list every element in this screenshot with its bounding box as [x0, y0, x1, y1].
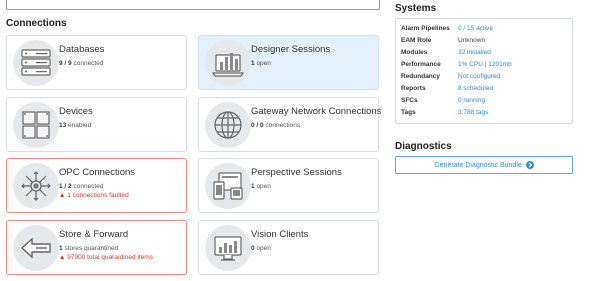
card-opc-connections[interactable]: OPC Connections 1 / 2 connected ▲ 1 conn… [6, 158, 187, 213]
systems-row-redundancy: Redundancy Not configured [396, 71, 572, 83]
reports-link[interactable]: 8 scheduled [458, 85, 493, 92]
systems-row-modules: Modules 32 installed [396, 47, 572, 59]
systems-row-eam-role: EAM Role Unknown [396, 35, 572, 47]
warning-icon: ▲ [59, 254, 68, 261]
generate-diagnostic-bundle-button[interactable]: Generate Diagnostic Bundle [395, 156, 573, 174]
card-devices[interactable]: Devices 13 enabled [6, 97, 187, 152]
row-key: SFCs [401, 97, 418, 104]
arrow-right-icon [525, 161, 534, 169]
card-title: Devices [59, 106, 93, 117]
systems-table: Alarm Pipelines 0 / 15 active EAM Role U… [395, 18, 573, 124]
card-title: Databases [59, 44, 105, 55]
warning-icon: ▲ [59, 192, 68, 199]
row-value: Unknown [458, 37, 486, 44]
designer-icon [205, 40, 251, 86]
systems-row-tags: Tags 3,788 tags [396, 107, 572, 119]
globe-icon [205, 102, 251, 148]
row-key: EAM Role [401, 37, 432, 44]
card-vision-clients[interactable]: Vision Clients 0 open [198, 220, 379, 275]
row-key: Modules [401, 49, 428, 56]
card-status: 0 open [251, 245, 271, 252]
card-warning: ▲ 1 connections faulted [59, 192, 129, 199]
redundancy-link[interactable]: Not configured [458, 73, 500, 80]
gateway-status-page: Connections Databases 9 / 9 connected De… [0, 0, 601, 281]
performance-link[interactable]: 1% CPU | 1201mb [458, 61, 512, 68]
row-key: Redundancy [401, 73, 441, 80]
card-title: Vision Clients [251, 229, 309, 240]
alarm-pipelines-link[interactable]: 0 / 15 active [458, 25, 493, 32]
card-status: 0 / 0 connections [251, 122, 301, 129]
perspective-devices-icon [205, 163, 251, 209]
systems-heading: Systems [395, 3, 437, 14]
card-status: 1 / 2 connected [59, 183, 104, 190]
systems-row-alarm-pipelines: Alarm Pipelines 0 / 15 active [396, 23, 572, 35]
card-status: 9 / 9 connected [59, 60, 104, 67]
tags-link[interactable]: 3,788 tags [458, 109, 488, 116]
card-databases[interactable]: Databases 9 / 9 connected [6, 35, 187, 90]
card-status: 13 enabled [59, 122, 92, 129]
card-title: OPC Connections [59, 167, 136, 178]
card-perspective-sessions[interactable]: Perspective Sessions 1 open [198, 158, 379, 213]
connections-heading: Connections [6, 18, 67, 29]
card-status: 1 open [251, 60, 271, 67]
systems-row-performance: Performance 1% CPU | 1201mb [396, 59, 572, 71]
card-status: 1 open [251, 183, 271, 190]
row-key: Performance [401, 61, 441, 68]
top-input-box[interactable] [6, 0, 380, 10]
systems-row-sfcs: SFCs 0 running [396, 95, 572, 107]
systems-row-reports: Reports 8 scheduled [396, 83, 572, 95]
button-label: Generate Diagnostic Bundle [434, 161, 522, 169]
store-forward-icon [13, 225, 59, 271]
card-title: Store & Forward [59, 229, 129, 240]
vision-client-icon [205, 225, 251, 271]
opc-hub-icon [13, 163, 59, 209]
card-store-forward[interactable]: Store & Forward 1 stores quarantined ▲ 9… [6, 220, 187, 275]
card-title: Perspective Sessions [251, 167, 342, 178]
card-warning: ▲ 97900 total quarantined items [59, 254, 153, 261]
card-title: Gateway Network Connections [251, 106, 382, 117]
card-designer-sessions[interactable]: Designer Sessions 1 open [198, 35, 379, 90]
card-gateway-network[interactable]: Gateway Network Connections 0 / 0 connec… [198, 97, 382, 152]
devices-icon [13, 102, 59, 148]
card-status: 1 stores quarantined [59, 245, 119, 252]
diagnostics-heading: Diagnostics [395, 141, 452, 152]
card-title: Designer Sessions [251, 44, 331, 55]
row-key: Tags [401, 109, 416, 116]
row-key: Alarm Pipelines [401, 25, 450, 32]
row-key: Reports [401, 85, 426, 92]
modules-link[interactable]: 32 installed [458, 49, 491, 56]
database-server-icon [13, 40, 59, 86]
sfcs-link[interactable]: 0 running [458, 97, 485, 104]
